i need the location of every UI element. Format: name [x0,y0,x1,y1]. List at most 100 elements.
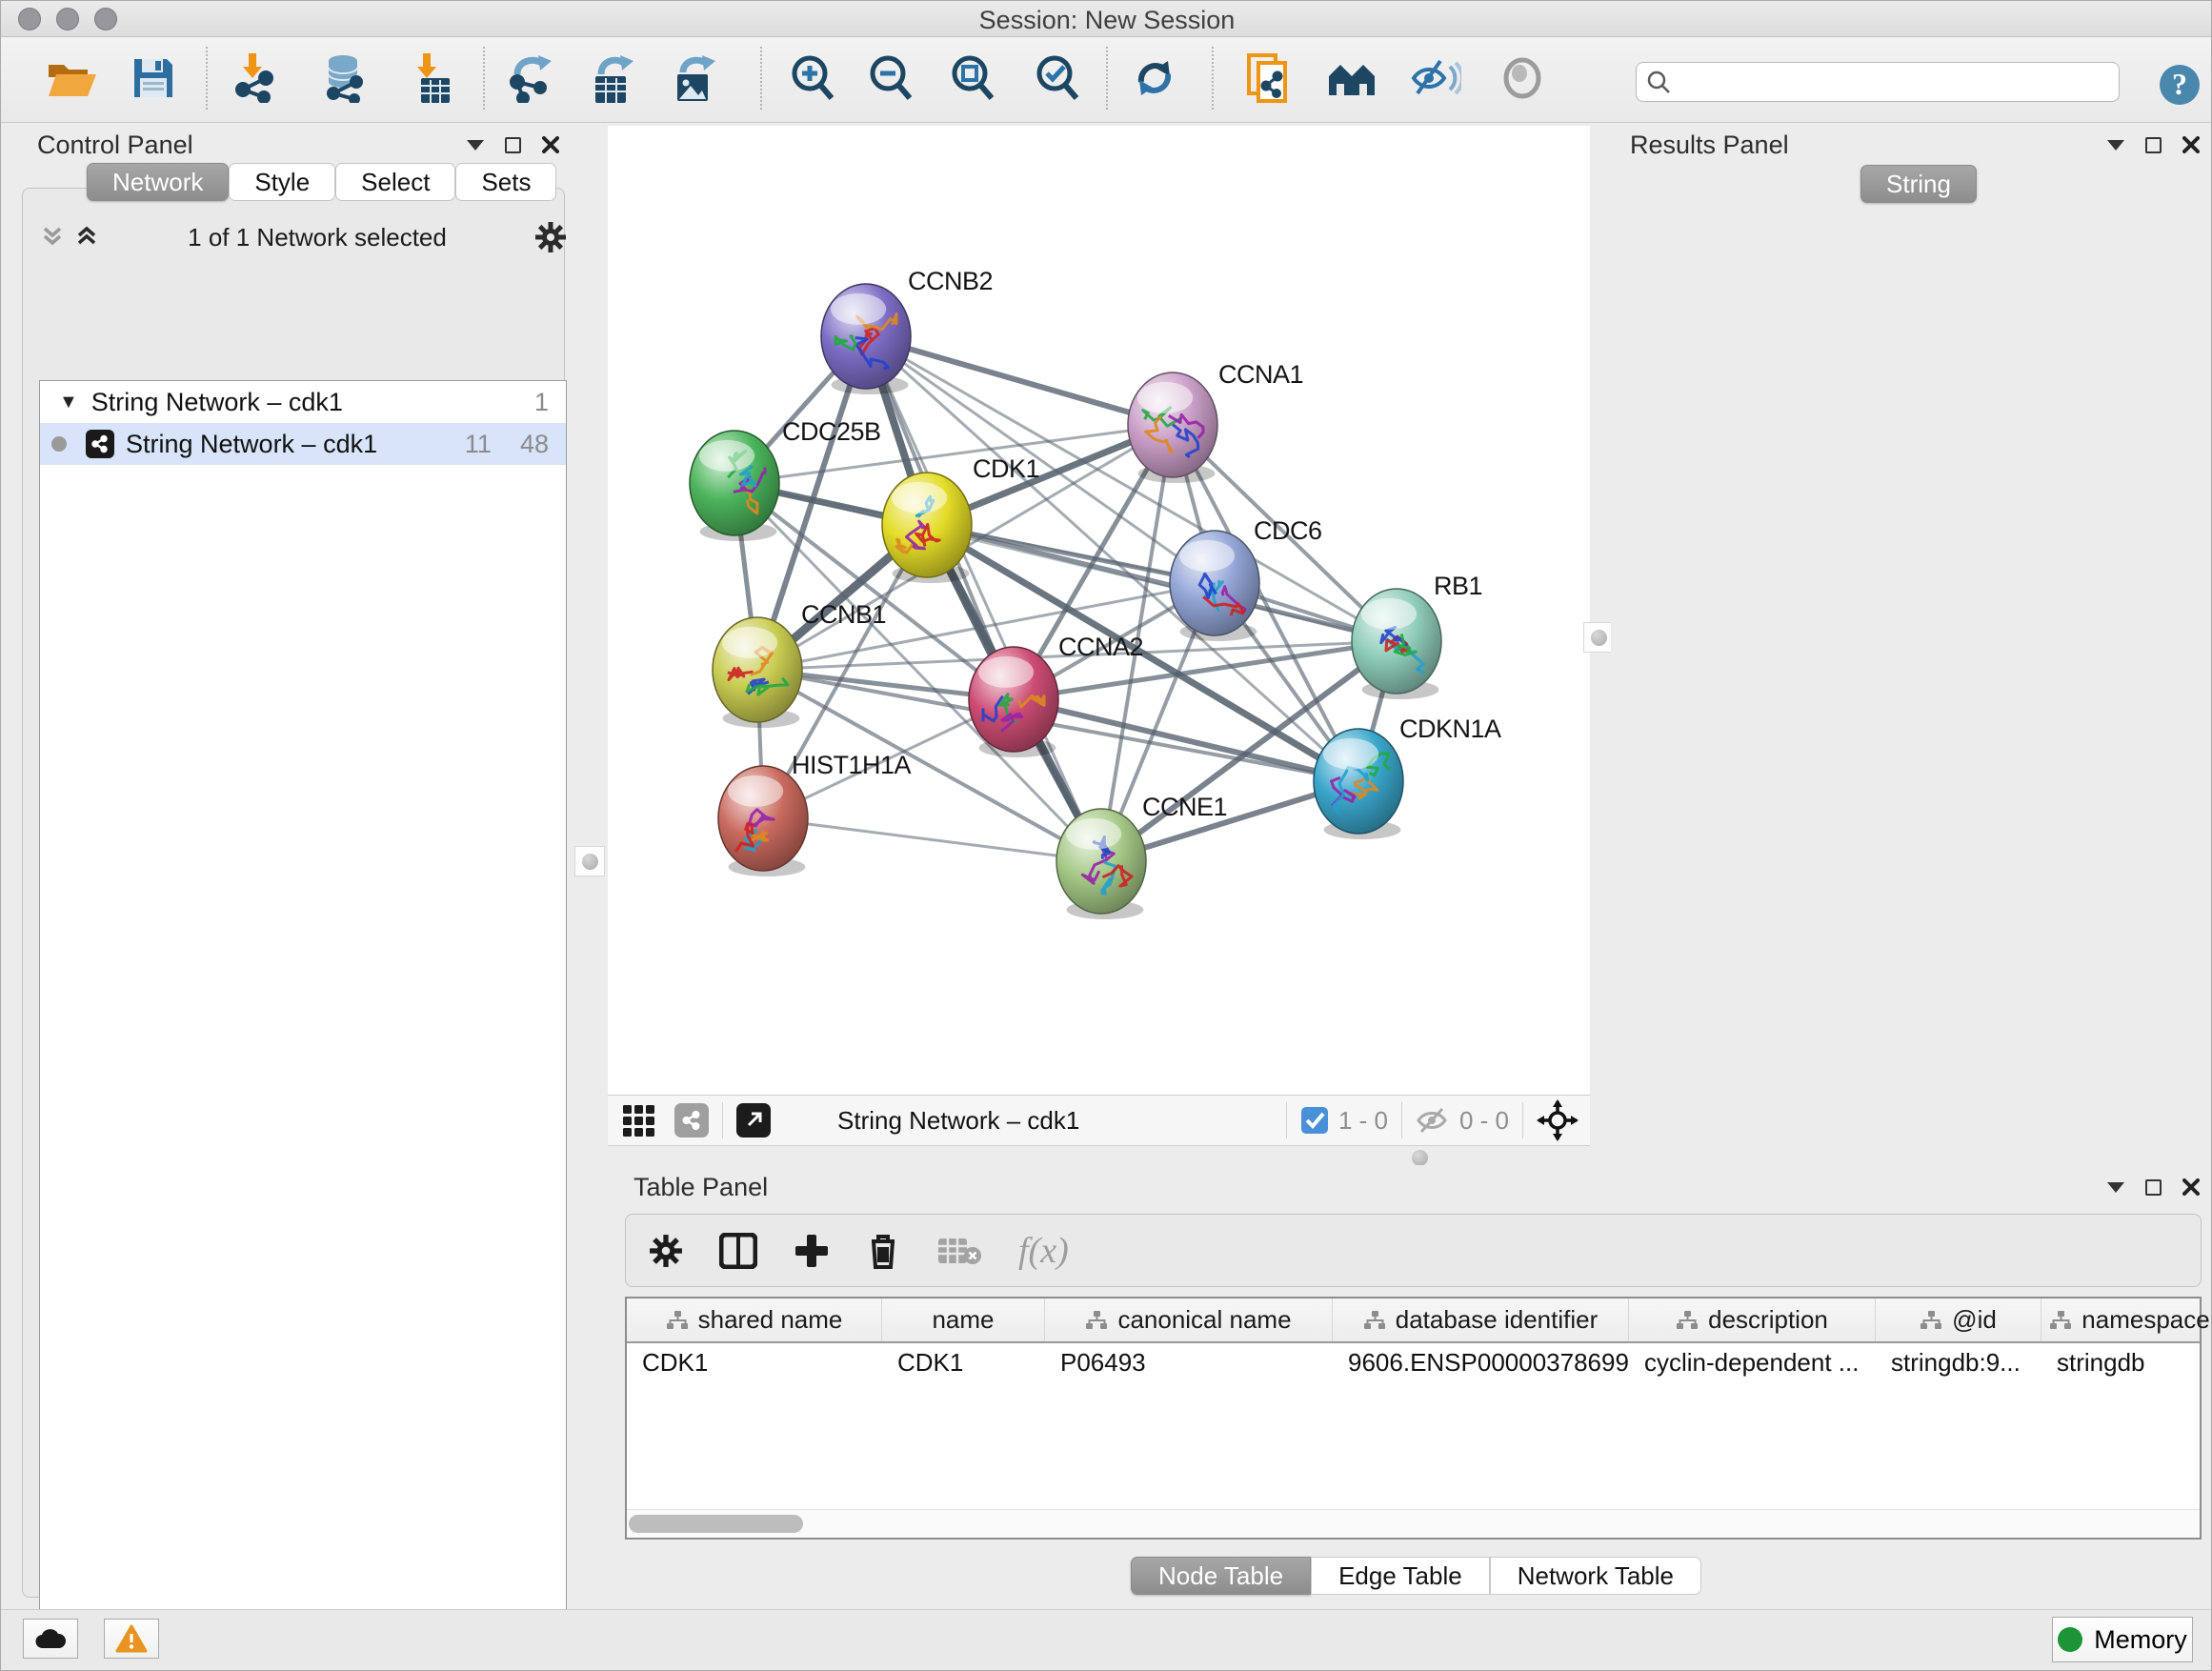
export-network-button[interactable] [503,49,556,108]
table-hscroll-thumb[interactable] [629,1515,803,1533]
results-panel-float-icon[interactable] [2145,137,2162,153]
show-all-button[interactable] [1496,49,1549,108]
open-session-button[interactable] [45,49,98,108]
left-splitter-handle[interactable] [574,846,605,876]
search-field[interactable] [1636,62,2120,102]
node-CCNB1[interactable] [713,617,802,728]
network-tree-root-row[interactable]: ▼ String Network – cdk1 1 [40,381,566,423]
cloud-status-button[interactable] [23,1619,78,1659]
table-cell[interactable]: CDK1 [627,1343,882,1381]
table-panel-close-icon[interactable] [2182,1178,2200,1196]
table-panel-menu-icon[interactable] [2107,1182,2124,1193]
network-view-toolbar: String Network – cdk1 1 - 0 0 - 0 [608,1095,1590,1146]
network-edges [734,336,1397,861]
column-header-namespace[interactable]: namespace [2041,1299,2212,1341]
memory-button[interactable]: Memory [2052,1617,2193,1662]
horizontal-splitter-dot[interactable] [1412,1150,1428,1166]
network-options-gear-icon[interactable] [534,221,567,253]
table-cell[interactable]: CDK1 [882,1343,1045,1381]
tab-sets[interactable]: Sets [455,163,556,201]
search-icon [1646,70,1671,94]
fit-selected-crosshair-icon[interactable] [1537,1099,1579,1141]
table-panel-title: Table Panel [633,1173,768,1202]
export-table-button[interactable] [585,49,638,108]
save-session-button[interactable] [127,49,180,108]
show-columns-icon[interactable] [719,1233,757,1269]
expand-all-icon[interactable] [73,225,100,250]
network-view-canvas[interactable]: CCNB2CCNA1CDC25BCDK1CDC6RB1CCNB1CCNA2CDK… [608,126,1590,1095]
table-row[interactable]: CDK1CDK1P064939606.ENSP00000378699cyclin… [627,1343,2200,1381]
birdseye-grid-icon[interactable] [621,1101,659,1139]
tab-select[interactable]: Select [335,163,455,201]
edge-CCNB2-CCNE1[interactable] [866,336,1101,861]
node-CDC25B[interactable] [690,431,779,541]
column-header-canonical-name[interactable]: canonical name [1045,1299,1333,1341]
tab-network[interactable]: Network [87,163,229,201]
column-header-database-identifier[interactable]: database identifier [1333,1299,1629,1341]
node-CCNA2[interactable] [969,647,1058,757]
export-image-button[interactable] [667,49,720,108]
refresh-view-button[interactable] [1128,49,1181,108]
clone-network-button[interactable] [1242,49,1296,108]
help-button[interactable]: ? [2158,63,2202,111]
results-panel-menu-icon[interactable] [2107,140,2124,151]
table-cell[interactable]: stringdb:9... [1876,1343,2041,1381]
table-cell[interactable]: cyclin-dependent ... [1629,1343,1876,1381]
edge-HIST1H1A-CCNE1[interactable] [763,818,1101,861]
add-column-icon[interactable] [794,1233,830,1269]
open-in-browser-icon[interactable] [736,1103,771,1137]
column-header-shared-name[interactable]: shared name [627,1299,882,1341]
zoom-out-button[interactable] [864,49,917,108]
import-database-button[interactable] [316,49,370,108]
column-network-icon [1085,1310,1108,1331]
node-CDKN1A[interactable] [1314,729,1403,839]
import-network-button[interactable] [228,49,281,108]
node-label-RB1: RB1 [1434,572,1482,600]
import-table-button[interactable] [402,49,455,108]
zoom-in-button[interactable] [786,49,839,108]
control-panel-float-icon[interactable] [505,137,521,153]
network-name-label: String Network – cdk1 [126,430,377,459]
warnings-button[interactable] [104,1619,159,1659]
column-label: @id [1952,1305,1997,1335]
string-network-graph[interactable]: CCNB2CCNA1CDC25BCDK1CDC6RB1CCNB1CCNA2CDK… [608,126,1590,1095]
tab-edge-table[interactable]: Edge Table [1311,1557,1490,1595]
column-header-name[interactable]: name [882,1299,1045,1341]
tree-collapse-icon[interactable]: ▼ [59,392,78,413]
status-separator [1401,1102,1402,1138]
network-list-header: 1 of 1 Network selected [39,218,567,256]
hide-selected-button[interactable] [1409,49,1462,108]
edge-CCNB2-CCNA1[interactable] [866,336,1173,425]
zoom-fit-button[interactable] [946,49,999,108]
tab-string[interactable]: String [1860,165,1977,203]
node-CCNA1[interactable] [1128,372,1217,483]
node-CCNE1[interactable] [1056,809,1146,919]
node-RB1[interactable] [1352,589,1441,699]
node-HIST1H1A[interactable] [718,766,808,876]
results-panel-close-icon[interactable] [2182,136,2200,153]
first-neighbors-button[interactable] [1325,49,1378,108]
control-panel-menu-icon[interactable] [467,140,484,151]
tab-network-table[interactable]: Network Table [1490,1557,1701,1595]
delete-column-trash-icon[interactable] [866,1232,900,1270]
table-panel-float-icon[interactable] [2145,1179,2162,1196]
tab-style[interactable]: Style [229,163,335,201]
table-hscroll-track[interactable] [627,1509,2200,1538]
column-header-@id[interactable]: @id [1876,1299,2041,1341]
collapse-all-icon[interactable] [39,225,66,250]
table-cell[interactable]: P06493 [1045,1343,1333,1381]
column-header-description[interactable]: description [1629,1299,1876,1341]
search-input[interactable] [1671,68,2090,96]
node-CCNB2[interactable] [821,284,911,394]
selected-checkbox-icon[interactable] [1300,1106,1329,1135]
table-cell[interactable]: stringdb [2041,1343,2212,1381]
zoom-selected-button[interactable] [1031,49,1084,108]
network-tree-child-row[interactable]: String Network – cdk1 11 48 [40,423,566,465]
control-panel-close-icon[interactable] [542,136,559,153]
table-cell[interactable]: 9606.ENSP00000378699 [1333,1343,1629,1381]
right-splitter-handle[interactable] [1583,622,1614,653]
tab-node-table[interactable]: Node Table [1131,1557,1311,1595]
table-settings-gear-icon[interactable] [649,1234,683,1268]
toolbar-separator [760,47,762,110]
table-header-row: shared namenamecanonical namedatabase id… [627,1299,2200,1343]
